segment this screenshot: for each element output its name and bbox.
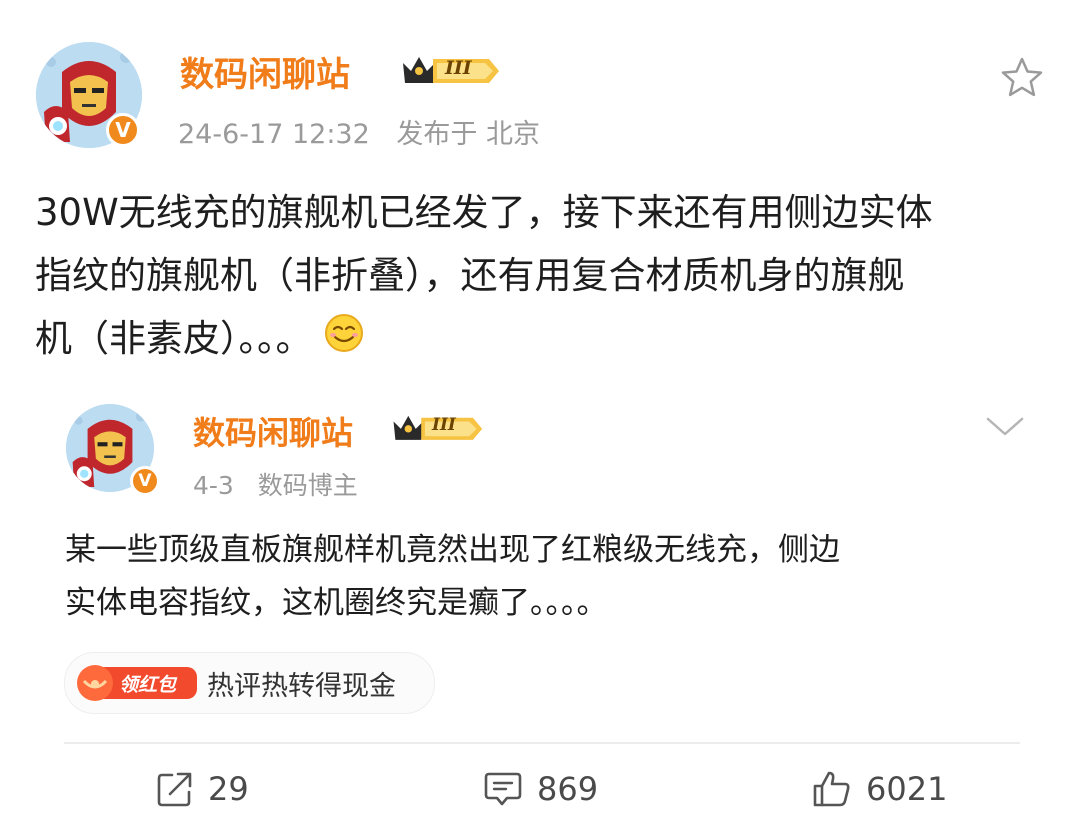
post-username[interactable]: 数码闲聊站 xyxy=(180,47,350,96)
red-packet-badge: 领红包 xyxy=(75,663,199,703)
repost-count: 29 xyxy=(208,770,249,808)
verified-badge: V xyxy=(130,466,160,496)
quoted-date: 4-3 xyxy=(193,471,234,500)
post-text-line: 机（非素皮）。。。 xyxy=(35,317,313,360)
share-icon xyxy=(157,772,192,807)
red-packet-text: 热评热转得现金 xyxy=(207,670,396,702)
thumbs-up-icon xyxy=(813,771,850,807)
post-text: 30W无线充的旗舰机已经发了，接下来还有用侧边实体 指纹的旗舰机（非折叠），还有… xyxy=(35,181,1045,372)
post-text-line: 30W无线充的旗舰机已经发了，接下来还有用侧边实体 xyxy=(35,191,933,234)
comment-count: 869 xyxy=(537,770,599,808)
divider xyxy=(64,742,1020,744)
star-outline-icon xyxy=(1001,57,1043,97)
post-meta: 24-6-17 12:32 发布于 北京 xyxy=(178,112,540,151)
post-text-line-last: 机（非素皮）。。。 xyxy=(35,307,1045,372)
repost-button[interactable]: 29 xyxy=(156,766,249,812)
quoted-username[interactable]: 数码闲聊站 xyxy=(193,408,353,454)
quoted-text-line: 实体电容指纹，这机圈终究是癫了。。。。 xyxy=(65,585,608,621)
post-location: 发布于 北京 xyxy=(396,119,540,150)
expand-button[interactable] xyxy=(984,414,1026,440)
like-count: 6021 xyxy=(866,770,948,808)
quoted-text-line: 某一些顶级直板旗舰样机竟然出现了红粮级无线充，侧边 xyxy=(65,532,840,568)
like-button[interactable]: 6021 xyxy=(812,766,947,812)
verified-badge: V xyxy=(106,113,140,147)
red-packet-banner[interactable]: 领红包 热评热转得现金 xyxy=(64,652,435,714)
chevron-down-icon xyxy=(986,417,1024,436)
quoted-text: 某一些顶级直板旗舰样机竟然出现了红粮级无线充，侧边 实体电容指纹，这机圈终究是癫… xyxy=(65,524,1025,630)
quoted-source: 数码博主 xyxy=(257,471,358,500)
smile-emoji-icon xyxy=(324,309,364,372)
comment-button[interactable]: 869 xyxy=(483,766,598,812)
level-badge: III xyxy=(397,49,501,89)
level-text: III xyxy=(445,57,472,79)
red-packet-badge-label: 领红包 xyxy=(119,674,177,696)
post-time: 24-6-17 12:32 xyxy=(178,119,370,150)
favorite-button[interactable] xyxy=(1000,56,1044,98)
quoted-meta: 4-3 数码博主 xyxy=(193,466,358,502)
level-badge: III xyxy=(388,408,484,446)
level-text: III xyxy=(432,415,456,435)
comment-icon xyxy=(484,772,522,806)
post-text-line: 指纹的旗舰机（非折叠），还有用复合材质机身的旗舰 xyxy=(35,254,905,297)
